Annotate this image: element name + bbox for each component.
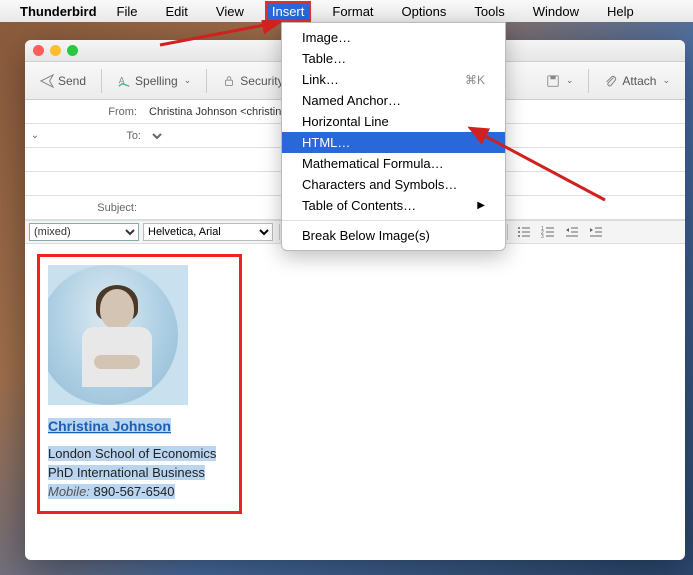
spelling-button[interactable]: A Spelling⌄	[110, 70, 198, 92]
numbered-list-icon: 123	[541, 225, 555, 239]
compose-body[interactable]: Christina Johnson London School of Econo…	[25, 244, 685, 524]
send-button[interactable]: Send	[33, 70, 93, 92]
menu-help[interactable]: Help	[601, 2, 640, 21]
subject-label: Subject:	[25, 202, 145, 214]
dropdown-separator	[282, 220, 505, 221]
paperclip-icon	[604, 74, 618, 88]
signature-avatar	[48, 265, 188, 405]
from-label: From:	[25, 106, 145, 118]
menu-file[interactable]: File	[111, 2, 144, 21]
menu-insert[interactable]: Insert	[266, 2, 311, 21]
menu-edit[interactable]: Edit	[160, 2, 194, 21]
outdent-icon	[565, 225, 579, 239]
bullet-list-button[interactable]	[514, 223, 534, 241]
chevron-down-icon: ⌄	[184, 75, 192, 86]
minimize-window-button[interactable]	[50, 45, 61, 56]
menu-window[interactable]: Window	[527, 2, 585, 21]
toolbar-separator	[206, 69, 207, 93]
signature-mobile-label: Mobile:	[48, 484, 90, 499]
save-icon	[546, 74, 560, 88]
dropdown-break-below[interactable]: Break Below Image(s)	[282, 225, 505, 246]
to-label-select[interactable]: To:	[45, 129, 165, 143]
lock-icon	[222, 74, 236, 88]
spelling-icon: A	[117, 74, 131, 88]
numbered-list-button[interactable]: 123	[538, 223, 558, 241]
menu-format[interactable]: Format	[326, 2, 379, 21]
dropdown-link[interactable]: Link…⌘K	[282, 69, 505, 90]
signature-line2: PhD International Business	[48, 465, 205, 480]
dropdown-image[interactable]: Image…	[282, 27, 505, 48]
window-controls	[33, 45, 78, 56]
menu-tools[interactable]: Tools	[468, 2, 510, 21]
chevron-down-icon: ⌄	[566, 75, 574, 86]
send-icon	[40, 74, 54, 88]
app-name[interactable]: Thunderbird	[20, 4, 97, 19]
system-menubar: Thunderbird File Edit View Insert Format…	[0, 0, 693, 22]
menu-options[interactable]: Options	[396, 2, 453, 21]
indent-icon	[589, 225, 603, 239]
chevron-down-icon: ⌄	[662, 75, 670, 86]
signature-mobile-value: 890-567-6540	[94, 484, 175, 499]
signature-line1: London School of Economics	[48, 446, 216, 461]
toolbar-separator	[588, 69, 589, 93]
annotation-arrow-2	[455, 110, 615, 210]
signature-highlight-box: Christina Johnson London School of Econo…	[37, 254, 242, 514]
outdent-button[interactable]	[562, 223, 582, 241]
toolbar-separator	[101, 69, 102, 93]
signature-name: Christina Johnson	[48, 418, 171, 434]
font-family-select[interactable]: Helvetica, Arial	[143, 223, 273, 241]
menu-view[interactable]: View	[210, 2, 250, 21]
close-window-button[interactable]	[33, 45, 44, 56]
indent-button[interactable]	[586, 223, 606, 241]
attach-button[interactable]: Attach⌄	[597, 70, 677, 92]
svg-text:3: 3	[541, 234, 544, 239]
bullet-list-icon	[517, 225, 531, 239]
annotation-arrow-1	[155, 20, 295, 50]
paragraph-style-select[interactable]: (mixed)	[29, 223, 139, 241]
dropdown-table[interactable]: Table…	[282, 48, 505, 69]
save-button[interactable]: ⌄	[539, 70, 581, 92]
recipient-expand-button[interactable]: ⌄	[25, 130, 45, 141]
zoom-window-button[interactable]	[67, 45, 78, 56]
dropdown-named-anchor[interactable]: Named Anchor…	[282, 90, 505, 111]
